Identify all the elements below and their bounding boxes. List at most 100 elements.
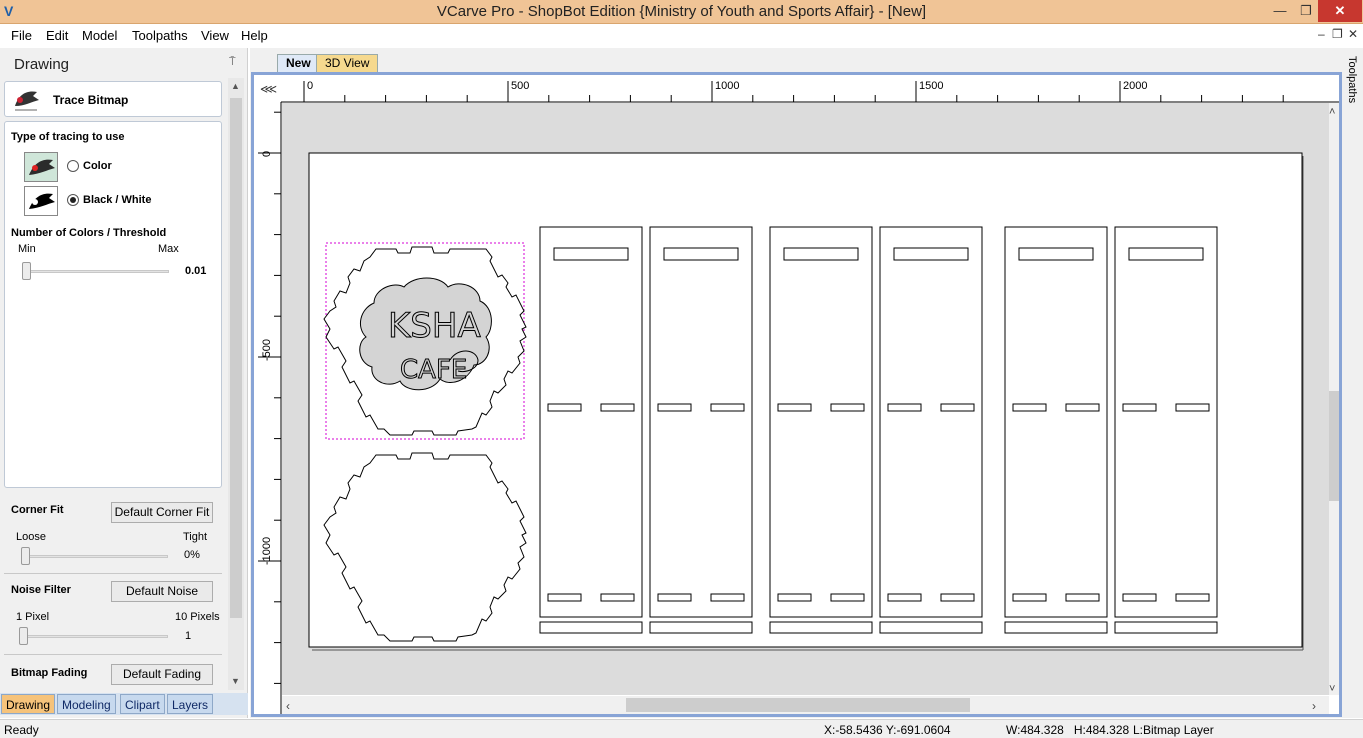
threshold-value: 0.01	[185, 265, 207, 277]
status-ready: Ready	[4, 723, 39, 737]
status-bar: Ready X:-58.5436 Y:-691.0604 W:484.328 H…	[0, 719, 1363, 738]
tool-title: Trace Bitmap	[53, 93, 129, 107]
view-horizontal-scroll-thumb[interactable]	[626, 698, 970, 712]
strip-part[interactable]	[649, 621, 753, 634]
ruler-h-label: 500	[511, 80, 529, 92]
black-white-radio[interactable]	[67, 194, 79, 206]
scroll-left-icon[interactable]: ‹	[286, 699, 290, 713]
toolpaths-side-tab[interactable]: Toolpaths	[1346, 56, 1358, 103]
side-panel-part[interactable]	[769, 226, 873, 618]
robin-bw-icon	[24, 186, 58, 216]
strip-part[interactable]	[1114, 621, 1218, 634]
threshold-slider-track[interactable]	[23, 270, 169, 273]
default-noise-button[interactable]: Default Noise	[111, 581, 213, 602]
mdi-restore-button[interactable]: ❐	[1332, 27, 1343, 41]
ruler-v-label: -1000	[261, 537, 273, 565]
status-layer: L:Bitmap Layer	[1133, 723, 1214, 737]
noise-slider-track[interactable]	[22, 635, 168, 638]
bw-option-label: Black / White	[83, 194, 152, 206]
trace-settings: Type of tracing to use Color Black / Whi…	[4, 121, 222, 488]
noise-slider-thumb[interactable]	[19, 627, 28, 645]
threshold-min-label: Min	[18, 243, 36, 255]
ruler-origin-icon[interactable]: ⋘	[260, 82, 277, 96]
panel-scroll-thumb[interactable]	[230, 98, 242, 618]
bitmap-fading-heading: Bitmap Fading	[11, 667, 88, 679]
divider	[4, 654, 222, 655]
tab-drawing[interactable]: Drawing	[1, 694, 56, 714]
threshold-heading: Number of Colors / Threshold	[11, 227, 167, 239]
threshold-max-label: Max	[158, 243, 179, 255]
tight-label: Tight	[183, 531, 208, 543]
status-size: W:484.328 H:484.328	[1006, 723, 1130, 737]
menu-model[interactable]: Model	[82, 28, 117, 43]
view-vertical-scroll-thumb[interactable]	[1329, 391, 1339, 501]
color-radio[interactable]	[67, 160, 79, 172]
strip-part[interactable]	[769, 621, 873, 634]
menu-bar: File Edit Model Toolpaths View Help – ❐ …	[0, 24, 1363, 48]
menu-edit[interactable]: Edit	[46, 28, 68, 43]
ruler-h-label: 1000	[715, 80, 739, 92]
restore-button[interactable]: ❐	[1292, 0, 1320, 22]
tab-new[interactable]: New	[277, 54, 320, 73]
threshold-slider-thumb[interactable]	[22, 262, 31, 280]
ruler-h-label: 0	[307, 80, 313, 92]
panel-title: Drawing	[14, 56, 70, 73]
mdi-minimize-button[interactable]: –	[1318, 27, 1325, 41]
menu-help[interactable]: Help	[241, 28, 268, 43]
side-panel-part[interactable]	[539, 226, 643, 618]
scroll-right-icon[interactable]: ›	[1312, 699, 1316, 713]
scroll-down-icon[interactable]: ▼	[231, 676, 240, 686]
logo-text-line2: CAFE	[400, 355, 467, 385]
title-bar: V VCarve Pro - ShopBot Edition {Ministry…	[0, 0, 1363, 24]
tab-layers[interactable]: Layers	[167, 694, 214, 714]
close-button[interactable]: ✕	[1318, 0, 1362, 22]
noise-filter-heading: Noise Filter	[11, 584, 71, 596]
loose-label: Loose	[16, 531, 46, 543]
menu-file[interactable]: File	[11, 28, 32, 43]
ruler-v-label: 0	[261, 151, 273, 157]
fit-settings: Corner Fit Default Corner Fit Loose Tigh…	[4, 494, 222, 689]
side-panel-part[interactable]	[649, 226, 753, 618]
strip-part[interactable]	[1004, 621, 1108, 634]
side-panel-part[interactable]	[1004, 226, 1108, 618]
corner-fit-heading: Corner Fit	[11, 504, 64, 516]
corner-fit-value: 0%	[184, 549, 200, 561]
drawing-view[interactable]: 0 500 1000 1500 2000 0 -500 -1000 ⋘ KSHA CAFE …	[251, 72, 1342, 717]
strip-part[interactable]	[539, 621, 643, 634]
noise-value: 1	[185, 630, 192, 642]
status-coordinates: X:-58.5436 Y:-691.0604	[824, 723, 951, 737]
toolpaths-side-bar	[1343, 48, 1363, 718]
side-panel-part[interactable]	[1114, 226, 1218, 618]
minimize-button[interactable]: —	[1266, 0, 1294, 22]
tool-header: Trace Bitmap	[4, 81, 222, 117]
mdi-close-button[interactable]: ✕	[1348, 27, 1358, 41]
bottom-tab-strip: Drawing Modeling Clipart Layers	[0, 693, 248, 715]
pin-icon[interactable]: ⍑	[229, 56, 236, 69]
corner-fit-slider-thumb[interactable]	[21, 547, 30, 565]
default-corner-fit-button[interactable]: Default Corner Fit	[111, 502, 213, 523]
tab-modeling[interactable]: Modeling	[57, 694, 116, 714]
default-fading-button[interactable]: Default Fading	[111, 664, 213, 685]
tab-3d-view[interactable]: 3D View	[316, 54, 379, 73]
window-title: VCarve Pro - ShopBot Edition {Ministry o…	[436, 3, 927, 20]
menu-view[interactable]: View	[201, 28, 229, 43]
divider	[4, 573, 222, 574]
scroll-down-icon[interactable]: ˅	[1329, 683, 1335, 695]
noise-max-label: 10 Pixels	[175, 611, 220, 623]
ruler-h-label: 2000	[1123, 80, 1147, 92]
horizontal-ruler	[254, 75, 1339, 102]
ruler-v-label: -500	[261, 339, 273, 361]
tracing-heading: Type of tracing to use	[11, 131, 125, 143]
drawing-panel: Drawing ⍑ Trace Bitmap Type of tracing t…	[0, 48, 248, 718]
scroll-up-icon[interactable]: ▲	[231, 81, 240, 91]
side-panel-part[interactable]	[879, 226, 983, 618]
color-option-label: Color	[83, 160, 112, 172]
ruler-h-label: 1500	[919, 80, 943, 92]
scroll-up-icon[interactable]: ˄	[1329, 106, 1335, 118]
panel-scrollbar[interactable]: ▲ ▼	[228, 78, 244, 690]
strip-part[interactable]	[879, 621, 983, 634]
noise-min-label: 1 Pixel	[16, 611, 50, 623]
menu-toolpaths[interactable]: Toolpaths	[132, 28, 188, 43]
corner-fit-slider-track[interactable]	[22, 555, 168, 558]
tab-clipart[interactable]: Clipart	[120, 694, 165, 714]
